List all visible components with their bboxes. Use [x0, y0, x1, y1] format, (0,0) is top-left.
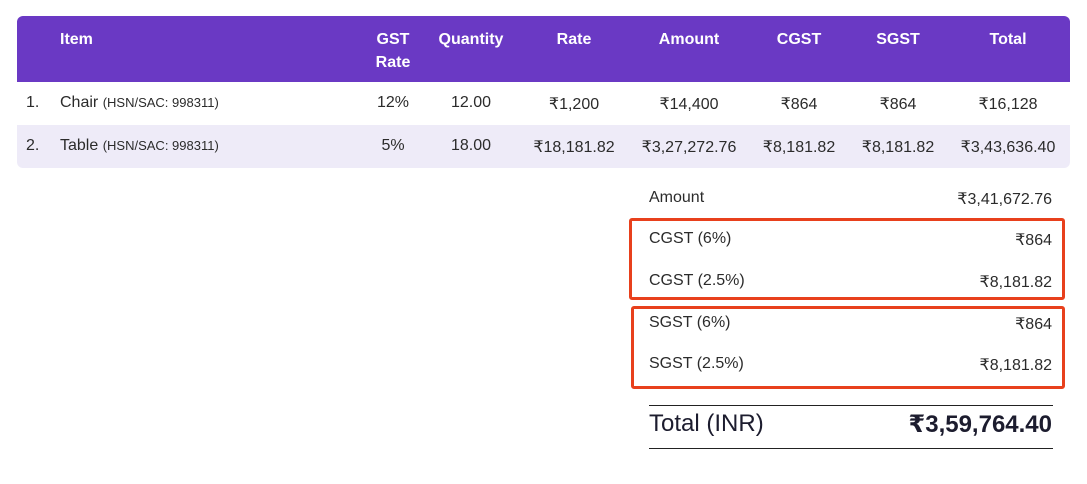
row-cgst: ₹864 [780, 96, 818, 113]
summary-amount-row: Amount ₹3,41,672.76 [649, 189, 1052, 213]
sgst-highlight-box [631, 306, 1065, 389]
summary-total-row: Total (INR) ₹3,59,764.40 [649, 410, 1052, 442]
summary-amount-label: Amount [649, 189, 705, 206]
row-sgst: ₹8,181.82 [861, 139, 935, 156]
header-gst-rate: GST Rate [368, 28, 418, 74]
total-bottom-divider [649, 448, 1053, 449]
row-quantity: 12.00 [450, 94, 492, 111]
row-amount: ₹14,400 [659, 96, 719, 113]
row-rate: ₹18,181.82 [533, 139, 615, 156]
row-amount: ₹3,27,272.76 [641, 139, 737, 156]
header-rate: Rate [556, 31, 592, 48]
row-rate: ₹1,200 [548, 96, 600, 113]
summary-amount-value: ₹3,41,672.76 [957, 191, 1052, 208]
row-index: 1. [26, 94, 40, 111]
header-quantity: Quantity [438, 31, 504, 48]
row-item: Table (HSN/SAC: 998311) [60, 137, 219, 155]
item-hsn: (HSN/SAC: 998311) [102, 138, 219, 153]
row-index: 2. [26, 137, 40, 154]
summary-total-value: ₹3,59,764.40 [908, 411, 1052, 438]
invoice-items-table: Item GST Rate Quantity Rate Amount CGST … [17, 16, 1070, 168]
row-cgst: ₹8,181.82 [762, 139, 836, 156]
row-item: Chair (HSN/SAC: 998311) [60, 94, 219, 112]
total-top-divider [649, 405, 1053, 406]
header-gst-rate-line2: Rate [375, 54, 411, 71]
item-hsn: (HSN/SAC: 998311) [102, 95, 219, 110]
header-cgst: CGST [776, 31, 822, 48]
cgst-highlight-box [629, 218, 1065, 300]
row-total: ₹16,128 [978, 96, 1038, 113]
table-header: Item GST Rate Quantity Rate Amount CGST … [17, 16, 1070, 82]
row-gst-rate: 12% [376, 94, 410, 111]
header-gst-rate-line1: GST [376, 31, 410, 48]
item-name: Table [60, 137, 99, 154]
header-sgst: SGST [876, 31, 920, 48]
row-quantity: 18.00 [450, 137, 492, 154]
row-sgst: ₹864 [879, 96, 917, 113]
header-total: Total [989, 31, 1027, 48]
header-item: Item [60, 31, 93, 48]
header-amount: Amount [658, 31, 720, 48]
row-gst-rate: 5% [381, 137, 405, 154]
table-row: 2. Table (HSN/SAC: 998311) 5% 18.00 ₹18,… [17, 125, 1070, 168]
summary-total-label: Total (INR) [649, 410, 764, 437]
row-total: ₹3,43,636.40 [960, 139, 1056, 156]
item-name: Chair [60, 94, 99, 111]
table-row: 1. Chair (HSN/SAC: 998311) 12% 12.00 ₹1,… [17, 82, 1070, 125]
